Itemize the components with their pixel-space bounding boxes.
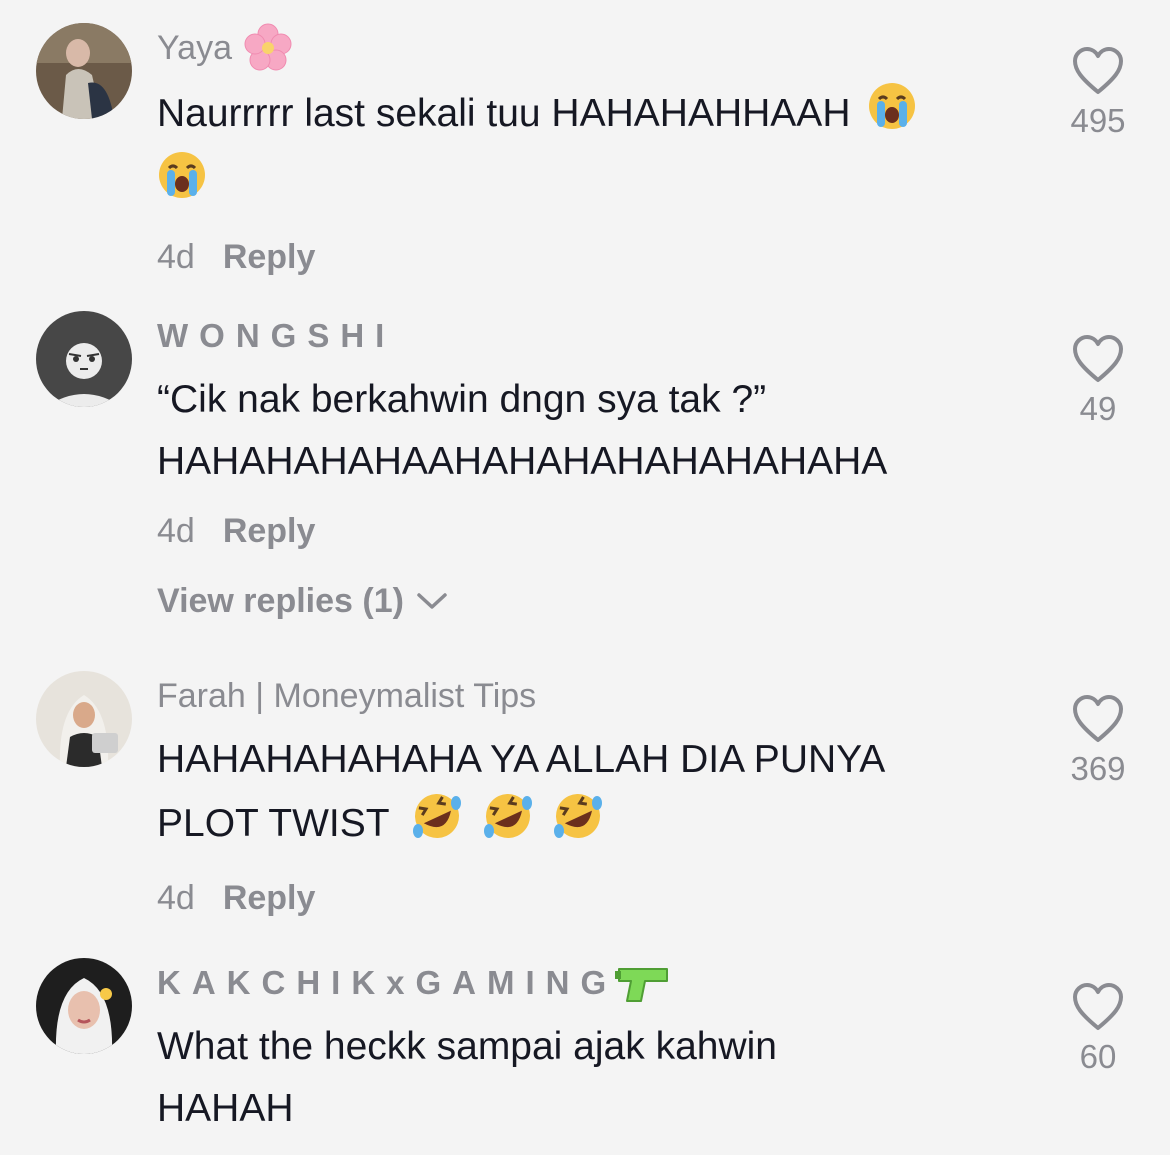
loudly-crying-face-icon	[867, 81, 917, 150]
reply-button[interactable]: Reply	[223, 868, 316, 928]
comment-time: 4d	[157, 879, 195, 917]
avatar[interactable]	[36, 23, 132, 119]
comment-text: HAHAHAHAHAHA YA ALLAH DIA PUNYA PLOT TWI…	[157, 729, 1027, 860]
reply-button[interactable]: Reply	[223, 227, 316, 287]
comment-meta: 4d Reply	[157, 868, 1027, 928]
like-count: 60	[1079, 1038, 1117, 1075]
comment-username[interactable]: Yaya	[157, 23, 1027, 71]
comment-username[interactable]: WONGSHI	[157, 316, 1027, 356]
heart-icon	[1073, 47, 1123, 94]
rolling-on-floor-laughing-icon	[410, 791, 464, 860]
rolling-on-floor-laughing-icon	[481, 791, 535, 860]
comment-text: “Cik nak berkahwin dngn sya tak ?” HAHAH…	[157, 378, 888, 483]
heart-icon	[1073, 695, 1123, 742]
like-count: 49	[1079, 390, 1117, 427]
avatar[interactable]	[36, 671, 132, 767]
comment-text: Naurrrrr last sekali tuu HAHAHAHHAAH	[157, 81, 1027, 219]
avatar[interactable]	[36, 311, 132, 407]
heart-icon	[1073, 983, 1123, 1030]
water-pistol-icon	[615, 961, 671, 1005]
comment-time: 4d	[157, 512, 195, 550]
reply-button[interactable]: Reply	[223, 501, 316, 561]
like-button[interactable]: 495	[1058, 46, 1138, 140]
like-button[interactable]: 369	[1058, 694, 1138, 788]
comment-time: 4d	[157, 238, 195, 276]
cherry-blossom-icon	[242, 22, 294, 74]
comment-text: What the heckk sampai ajak kahwin HAHAH	[157, 1025, 777, 1130]
rolling-on-floor-laughing-icon	[551, 791, 605, 860]
chevron-down-icon	[417, 593, 447, 609]
like-count: 495	[1070, 102, 1126, 139]
comment-meta: 4d Reply	[157, 227, 1027, 287]
comment-username[interactable]: KAKCHIKxGAMING	[157, 963, 1027, 1003]
heart-icon	[1073, 335, 1123, 382]
comment-username[interactable]: Farah | Moneymalist Tips	[157, 676, 1027, 716]
like-button[interactable]: 49	[1058, 334, 1138, 428]
like-count: 369	[1070, 750, 1126, 787]
view-replies-button[interactable]: View replies (1)	[157, 571, 1027, 631]
avatar[interactable]	[36, 958, 132, 1054]
comment-meta: 4d Reply	[157, 501, 1027, 561]
like-button[interactable]: 60	[1058, 982, 1138, 1076]
loudly-crying-face-icon	[157, 150, 207, 219]
